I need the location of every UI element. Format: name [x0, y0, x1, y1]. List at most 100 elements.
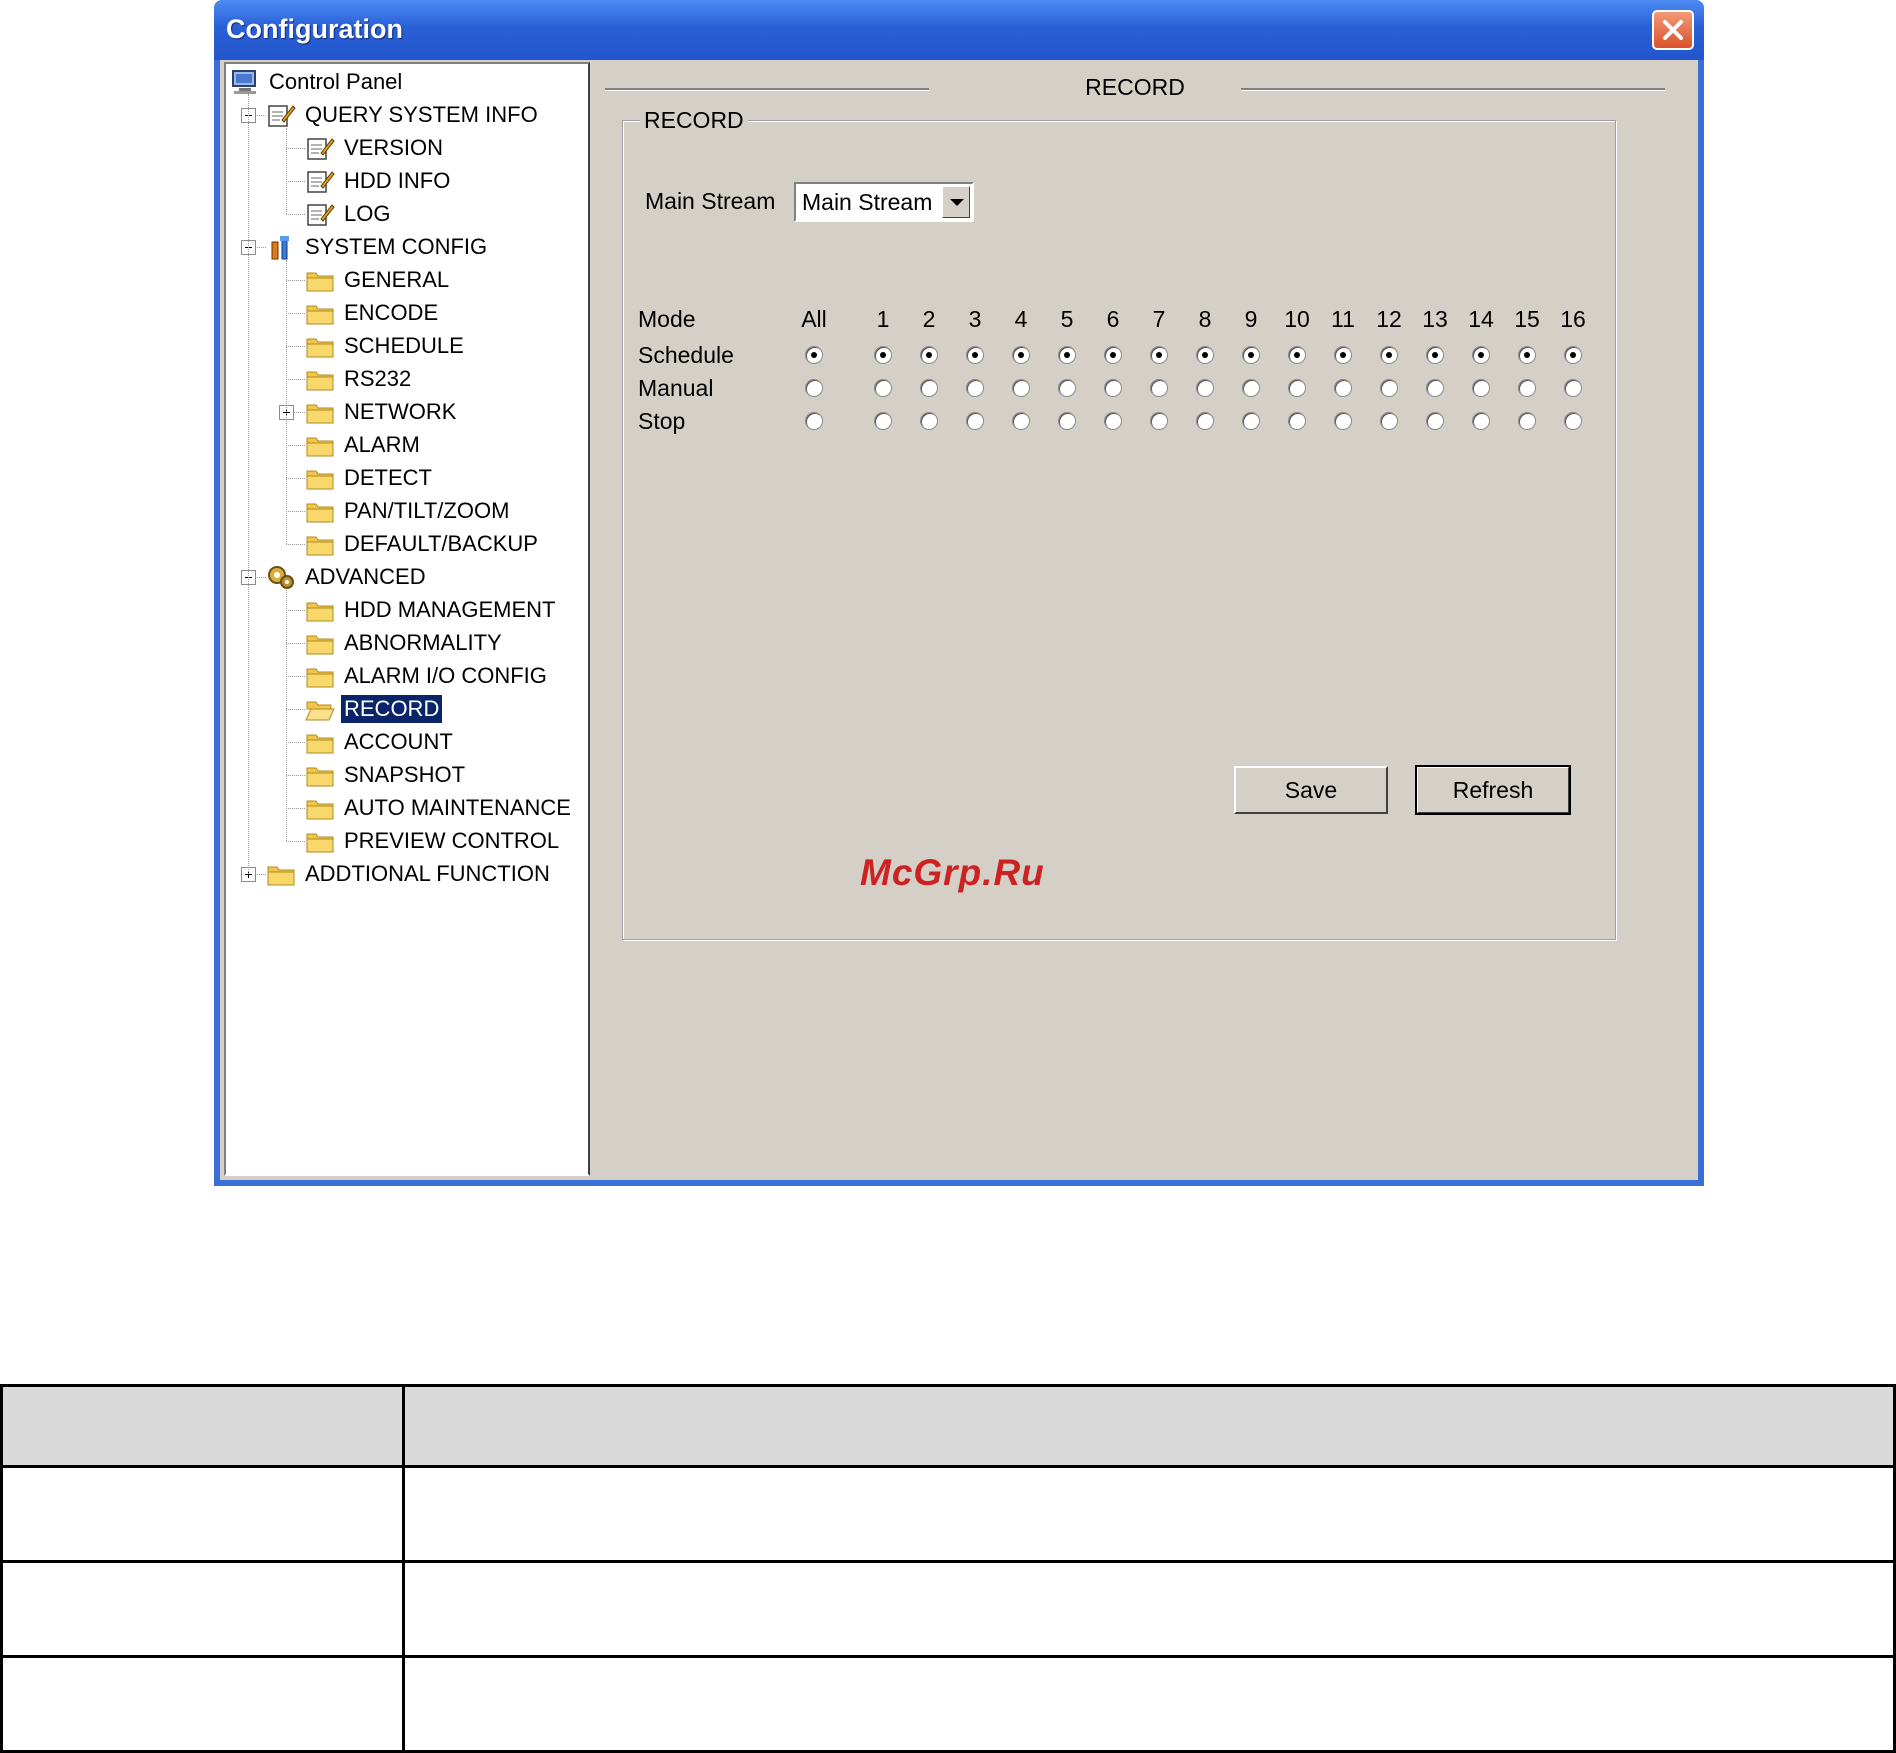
tree-item-record[interactable]: RECORD: [305, 694, 443, 724]
tree-item-rs232[interactable]: RS232: [305, 364, 414, 394]
radio-schedule-12[interactable]: [1380, 346, 1398, 364]
refresh-button[interactable]: Refresh: [1415, 765, 1571, 815]
radio-stop-9[interactable]: [1242, 412, 1260, 430]
radio-schedule-1[interactable]: [874, 346, 892, 364]
radio-stop-13[interactable]: [1426, 412, 1444, 430]
tree-item-alarm-i-o-config[interactable]: ALARM I/O CONFIG: [305, 661, 550, 691]
tree-item-network[interactable]: NETWORK: [305, 397, 459, 427]
radio-stop-15[interactable]: [1518, 412, 1536, 430]
radio-schedule-3[interactable]: [966, 346, 984, 364]
radio-schedule-15[interactable]: [1518, 346, 1536, 364]
tree-connector: [286, 676, 305, 677]
tree-item-auto-maintenance[interactable]: AUTO MAINTENANCE: [305, 793, 574, 823]
radio-manual-9[interactable]: [1242, 379, 1260, 397]
tree-item-addtional-function[interactable]: ADDTIONAL FUNCTION: [266, 859, 553, 889]
radio-manual-3[interactable]: [966, 379, 984, 397]
tree-item-encode[interactable]: ENCODE: [305, 298, 441, 328]
tree-item-snapshot[interactable]: SNAPSHOT: [305, 760, 468, 790]
radio-manual-11[interactable]: [1334, 379, 1352, 397]
radio-schedule-11[interactable]: [1334, 346, 1352, 364]
tree-item-label: HDD INFO: [344, 168, 451, 193]
radio-schedule-9[interactable]: [1242, 346, 1260, 364]
tree-item-alarm[interactable]: ALARM: [305, 430, 423, 460]
record-group-box: [622, 120, 1616, 940]
radio-stop-7[interactable]: [1150, 412, 1168, 430]
tree-item-log[interactable]: LOG: [305, 199, 393, 229]
radio-stop-10[interactable]: [1288, 412, 1306, 430]
radio-schedule-4[interactable]: [1012, 346, 1030, 364]
save-button[interactable]: Save: [1234, 766, 1388, 814]
tree-connector: [286, 775, 305, 776]
tree-item-system-config[interactable]: SYSTEM CONFIG: [266, 232, 490, 262]
radio-schedule-6[interactable]: [1104, 346, 1122, 364]
tree-item-label: SYSTEM CONFIG: [305, 234, 488, 259]
folder-icon: [306, 470, 334, 490]
edit-icon: [307, 171, 335, 193]
radio-manual-all[interactable]: [805, 379, 823, 397]
channel-header: 7: [1152, 306, 1166, 332]
title-bar[interactable]: Configuration: [214, 0, 1704, 60]
tree-item-abnormality[interactable]: ABNORMALITY: [305, 628, 505, 658]
tree-connector: [286, 214, 305, 215]
radio-manual-7[interactable]: [1150, 379, 1168, 397]
tree-item-hdd-management[interactable]: HDD MANAGEMENT: [305, 595, 558, 625]
radio-stop-8[interactable]: [1196, 412, 1214, 430]
radio-manual-5[interactable]: [1058, 379, 1076, 397]
navigation-tree[interactable]: Control Panel QUERY SYSTEM INFO VERSION HD…: [224, 62, 590, 1176]
tree-item-hdd-info[interactable]: HDD INFO: [305, 166, 453, 196]
folder-icon: [306, 338, 334, 358]
tree-item-detect[interactable]: DETECT: [305, 463, 435, 493]
radio-schedule-8[interactable]: [1196, 346, 1214, 364]
radio-manual-14[interactable]: [1472, 379, 1490, 397]
radio-schedule-10[interactable]: [1288, 346, 1306, 364]
radio-schedule-13[interactable]: [1426, 346, 1444, 364]
radio-stop-5[interactable]: [1058, 412, 1076, 430]
radio-manual-15[interactable]: [1518, 379, 1536, 397]
radio-manual-2[interactable]: [920, 379, 938, 397]
chevron-down-icon[interactable]: [942, 186, 970, 218]
tree-item-general[interactable]: GENERAL: [305, 265, 452, 295]
tree-root[interactable]: Control Panel: [230, 67, 405, 97]
radio-stop-6[interactable]: [1104, 412, 1122, 430]
radio-stop-all[interactable]: [805, 412, 823, 430]
stream-select[interactable]: Main Stream: [794, 182, 974, 222]
radio-schedule-14[interactable]: [1472, 346, 1490, 364]
radio-manual-12[interactable]: [1380, 379, 1398, 397]
folder-icon: [306, 734, 334, 754]
tree-item-query-system-info[interactable]: QUERY SYSTEM INFO: [266, 100, 541, 130]
tree-item-label: RS232: [344, 366, 412, 391]
tree-item-preview-control[interactable]: PREVIEW CONTROL: [305, 826, 562, 856]
radio-stop-4[interactable]: [1012, 412, 1030, 430]
radio-schedule-7[interactable]: [1150, 346, 1168, 364]
radio-stop-16[interactable]: [1564, 412, 1582, 430]
radio-manual-1[interactable]: [874, 379, 892, 397]
radio-stop-2[interactable]: [920, 412, 938, 430]
radio-manual-4[interactable]: [1012, 379, 1030, 397]
folder-icon: [306, 437, 334, 457]
tree-item-version[interactable]: VERSION: [305, 133, 446, 163]
radio-schedule-5[interactable]: [1058, 346, 1076, 364]
radio-schedule-2[interactable]: [920, 346, 938, 364]
tree-item-account[interactable]: ACCOUNT: [305, 727, 456, 757]
radio-stop-14[interactable]: [1472, 412, 1490, 430]
radio-schedule-all[interactable]: [805, 346, 823, 364]
radio-manual-16[interactable]: [1564, 379, 1582, 397]
tree-item-schedule[interactable]: SCHEDULE: [305, 331, 467, 361]
tree-item-default-backup[interactable]: DEFAULT/BACKUP: [305, 529, 541, 559]
radio-manual-6[interactable]: [1104, 379, 1122, 397]
radio-manual-13[interactable]: [1426, 379, 1444, 397]
radio-stop-3[interactable]: [966, 412, 984, 430]
tree-item-pan-tilt-zoom[interactable]: PAN/TILT/ZOOM: [305, 496, 512, 526]
radio-stop-11[interactable]: [1334, 412, 1352, 430]
radio-schedule-16[interactable]: [1564, 346, 1582, 364]
radio-manual-10[interactable]: [1288, 379, 1306, 397]
radio-stop-12[interactable]: [1380, 412, 1398, 430]
tree-item-advanced[interactable]: ADVANCED: [266, 562, 429, 592]
radio-manual-8[interactable]: [1196, 379, 1214, 397]
radio-stop-1[interactable]: [874, 412, 892, 430]
table-cell: [0, 1465, 405, 1563]
tree-item-label: ABNORMALITY: [344, 630, 502, 655]
tree-item-label: GENERAL: [344, 267, 450, 292]
close-button[interactable]: [1652, 10, 1694, 50]
channel-header: 4: [1014, 306, 1028, 332]
